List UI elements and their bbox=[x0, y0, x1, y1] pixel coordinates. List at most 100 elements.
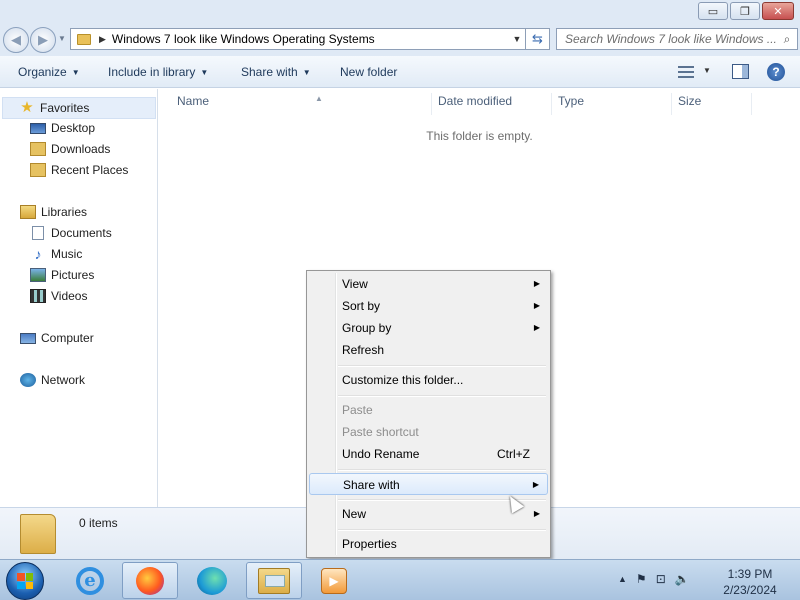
organize-button[interactable]: Organize ▼ bbox=[18, 65, 80, 79]
submenu-arrow-icon: ▶ bbox=[533, 301, 540, 310]
breadcrumb-chevron-icon[interactable]: ▶ bbox=[99, 34, 106, 45]
system-tray: ▲ ⚑ ⊡ 🔈 bbox=[618, 572, 690, 586]
sidebar-item-pictures[interactable]: Pictures bbox=[30, 268, 94, 282]
command-bar: Organize ▼ Include in library ▼ Share with… bbox=[0, 56, 800, 88]
back-button[interactable]: ◀ bbox=[3, 27, 29, 53]
address-dropdown-icon[interactable]: ▼ bbox=[509, 34, 525, 44]
taskbar-firefox[interactable] bbox=[122, 562, 178, 599]
column-label: Size bbox=[678, 94, 702, 108]
menu-item-label: Paste bbox=[342, 403, 373, 417]
show-hidden-icons-icon[interactable]: ▲ bbox=[618, 574, 627, 584]
sidebar-item-network[interactable]: Network bbox=[20, 373, 85, 387]
keyboard-shortcut: Ctrl+Z bbox=[497, 447, 530, 461]
menu-item-view[interactable]: View ▶ bbox=[309, 273, 548, 295]
minimize-button[interactable]: ▭ bbox=[698, 2, 728, 20]
navigation-pane: ★ Favorites Desktop Downloads Recent Plac… bbox=[0, 89, 158, 507]
context-menu: View ▶ Sort by ▶ Group by ▶ Refresh Customi… bbox=[306, 270, 551, 558]
column-header-name[interactable]: Name ▲ bbox=[177, 93, 432, 115]
new-folder-button[interactable]: New folder bbox=[340, 65, 397, 79]
maximize-button[interactable]: ❐ bbox=[730, 2, 760, 20]
clock[interactable]: 1:39 PM 2/23/2024 bbox=[716, 566, 784, 598]
new-folder-label: New folder bbox=[340, 65, 398, 79]
address-path[interactable]: Windows 7 look like Windows Operating Sy… bbox=[112, 32, 509, 46]
menu-item-label: View bbox=[342, 277, 368, 291]
close-button[interactable]: ✕ bbox=[762, 2, 794, 20]
column-header-size[interactable]: Size bbox=[678, 93, 752, 115]
taskbar-windows-explorer[interactable] bbox=[246, 562, 302, 599]
clock-date: 2/23/2024 bbox=[723, 583, 777, 597]
empty-folder-message: This folder is empty. bbox=[426, 129, 533, 143]
sidebar-item-favorites[interactable]: ★ Favorites bbox=[2, 97, 156, 119]
submenu-arrow-icon: ▶ bbox=[533, 323, 540, 332]
menu-item-share-with[interactable]: Share with ▶ bbox=[309, 473, 548, 495]
taskbar-internet-explorer[interactable]: e bbox=[62, 562, 118, 599]
column-header-date-modified[interactable]: Date modified bbox=[438, 93, 552, 115]
network-tray-icon[interactable]: ⊡ bbox=[656, 572, 666, 586]
menu-item-label: Refresh bbox=[342, 343, 385, 357]
chevron-down-icon: ▼ bbox=[200, 68, 209, 77]
preview-pane-icon[interactable] bbox=[732, 64, 749, 79]
sidebar-item-label: Pictures bbox=[51, 268, 95, 282]
items-count: 0 items bbox=[79, 516, 118, 530]
action-center-flag-icon[interactable]: ⚑ bbox=[636, 572, 647, 586]
column-label: Date modified bbox=[438, 94, 513, 108]
folder-icon bbox=[20, 514, 56, 554]
chevron-down-icon: ▼ bbox=[71, 68, 80, 77]
sidebar-item-downloads[interactable]: Downloads bbox=[30, 142, 110, 156]
windows-logo-icon bbox=[17, 573, 33, 589]
include-in-library-button[interactable]: Include in library ▼ bbox=[108, 65, 208, 79]
sidebar-item-desktop[interactable]: Desktop bbox=[30, 121, 95, 135]
refresh-icon: ⇆ bbox=[532, 31, 543, 46]
address-bar[interactable]: ▶ Windows 7 look like Windows Operating … bbox=[70, 28, 526, 50]
menu-item-group-by[interactable]: Group by ▶ bbox=[309, 317, 548, 339]
refresh-button[interactable]: ⇆ bbox=[526, 28, 550, 50]
recent-pages-dropdown[interactable]: ▼ bbox=[58, 34, 66, 43]
menu-separator bbox=[338, 529, 546, 531]
taskbar-edge[interactable] bbox=[184, 562, 240, 599]
change-view-icon[interactable] bbox=[678, 66, 694, 78]
column-header-type[interactable]: Type bbox=[558, 93, 672, 115]
downloads-folder-icon bbox=[30, 142, 46, 156]
menu-separator bbox=[338, 469, 546, 471]
forward-button[interactable]: ▶ bbox=[30, 27, 56, 53]
sidebar-item-label: Documents bbox=[51, 226, 112, 240]
menu-item-sort-by[interactable]: Sort by ▶ bbox=[309, 295, 548, 317]
start-button[interactable] bbox=[6, 562, 44, 600]
volume-muted-icon[interactable]: 🔈 bbox=[675, 572, 690, 586]
star-icon: ★ bbox=[20, 99, 34, 116]
sidebar-item-label: Computer bbox=[41, 331, 94, 345]
address-row: ◀ ▶ ▼ ▶ Windows 7 look like Windows Oper… bbox=[0, 24, 800, 56]
window-controls: ▭ ❐ ✕ bbox=[698, 2, 794, 20]
menu-item-refresh[interactable]: Refresh bbox=[309, 339, 548, 361]
sidebar-item-music[interactable]: ♪ Music bbox=[30, 246, 83, 262]
libraries-icon bbox=[20, 205, 36, 219]
menu-item-properties[interactable]: Properties bbox=[309, 533, 548, 555]
search-box[interactable]: Search Windows 7 look like Windows ... ⌕ bbox=[556, 28, 798, 50]
sidebar-item-recent-places[interactable]: Recent Places bbox=[30, 163, 128, 177]
view-options-dropdown[interactable]: ▼ bbox=[703, 66, 711, 75]
menu-item-label: Sort by bbox=[342, 299, 381, 313]
sidebar-item-documents[interactable]: Documents bbox=[30, 226, 112, 240]
sidebar-item-videos[interactable]: Videos bbox=[30, 289, 87, 303]
share-with-button[interactable]: Share with ▼ bbox=[241, 65, 311, 79]
help-icon[interactable]: ? bbox=[767, 63, 785, 81]
sidebar-item-label: Libraries bbox=[41, 205, 88, 219]
sidebar-item-label: Desktop bbox=[51, 121, 96, 135]
windows-explorer-icon bbox=[258, 567, 290, 594]
folder-icon bbox=[77, 33, 91, 45]
menu-item-paste-shortcut: Paste shortcut bbox=[309, 421, 548, 443]
taskbar-media-player[interactable]: ▶ bbox=[306, 562, 362, 599]
sidebar-item-computer[interactable]: Computer bbox=[20, 331, 94, 345]
sidebar-item-label: Network bbox=[41, 373, 86, 387]
chevron-down-icon: ▼ bbox=[302, 68, 311, 77]
menu-item-customize-folder[interactable]: Customize this folder... bbox=[309, 369, 548, 391]
sidebar-item-libraries[interactable]: Libraries bbox=[20, 205, 87, 219]
taskbar: e ▶ ▲ ⚑ ⊡ 🔈 1:39 PM 2/23/2024 bbox=[0, 559, 800, 600]
search-input[interactable]: Search Windows 7 look like Windows ... bbox=[557, 32, 777, 46]
search-icon[interactable]: ⌕ bbox=[777, 32, 797, 47]
menu-item-undo-rename[interactable]: Undo Rename Ctrl+Z bbox=[309, 443, 548, 465]
music-note-icon: ♪ bbox=[34, 246, 42, 262]
menu-separator bbox=[338, 395, 546, 397]
organize-label: Organize bbox=[18, 65, 67, 79]
menu-item-label: Group by bbox=[342, 321, 392, 335]
